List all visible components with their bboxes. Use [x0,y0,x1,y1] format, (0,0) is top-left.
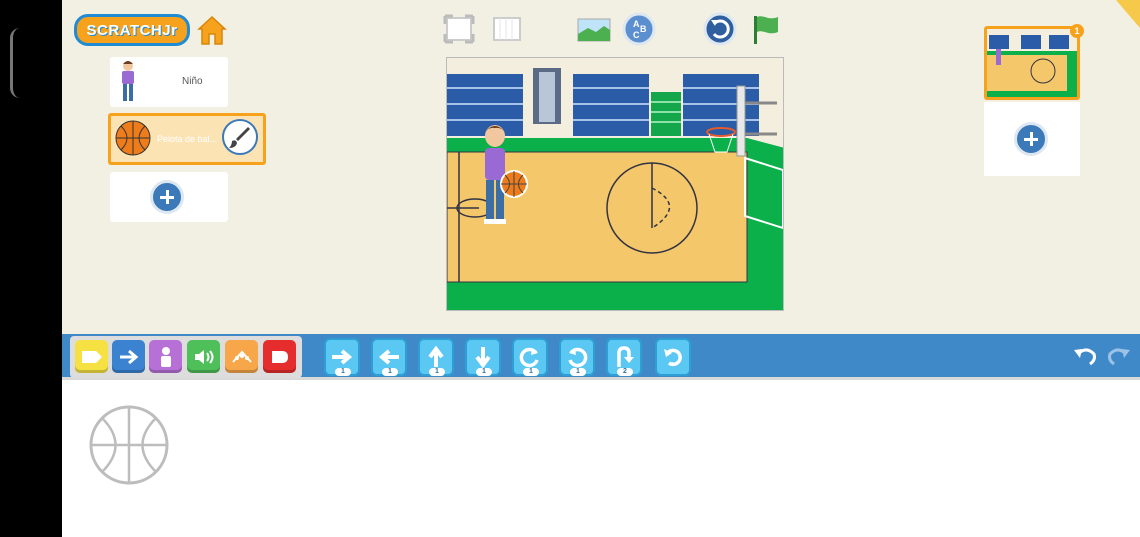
hop-block[interactable]: 2 [606,338,642,376]
undo-icon [1074,348,1096,366]
scratchjr-logo: SCRATCHJr [74,14,190,46]
category-motion[interactable] [112,340,145,373]
logo-text: SCRATCHJr [86,21,178,39]
text-icon: A B C [622,12,656,46]
page-thumbnail-selected[interactable] [984,26,1080,100]
bezel-edge [10,28,20,98]
basketball-watermark-icon [89,405,169,485]
block-value[interactable]: 1 [382,368,398,376]
background-icon [577,18,611,42]
svg-text:B: B [640,24,647,34]
sprite-card-basketball-selected[interactable]: Pelota de bal... [108,113,266,165]
block-value[interactable]: 1 [429,368,445,376]
add-text-button[interactable]: A B C [622,12,656,46]
control-icon [231,350,252,363]
category-looks[interactable] [149,340,182,373]
turn-right-icon [519,347,539,368]
redo-button[interactable] [1104,342,1132,370]
scripts-area[interactable] [62,383,1140,537]
category-end[interactable] [263,340,296,373]
svg-text:A: A [633,19,640,29]
move-down-block[interactable]: 1 [465,338,501,376]
arrow-right-icon [332,349,353,365]
add-sprite-button[interactable] [150,180,184,214]
block-value[interactable]: 2 [617,368,633,376]
sprite-card-nino[interactable]: Niño [110,57,228,107]
block-value[interactable]: 1 [570,368,586,376]
grid-button[interactable] [491,12,523,46]
move-up-block[interactable]: 1 [418,338,454,376]
fullscreen-icon [443,14,475,44]
fullscreen-button[interactable] [443,12,475,46]
block-value[interactable]: 1 [335,368,351,376]
block-value[interactable]: 1 [523,368,539,376]
move-right-block[interactable]: 1 [324,338,360,376]
device-bezel [0,0,62,537]
paintbrush-icon [229,127,250,148]
redo-icon [1108,348,1130,366]
svg-text:x: x [670,361,674,368]
category-triggering[interactable] [75,340,108,373]
basketball-character[interactable] [499,169,529,199]
grid-icon [493,17,521,41]
reset-characters-button[interactable] [703,12,737,46]
page-number-badge: 1 [1070,24,1084,38]
change-background-button[interactable] [576,12,612,46]
trigger-icon [81,350,102,363]
paint-editor-button[interactable] [222,119,258,155]
scratchjr-editor: SCRATCHJr A B C Niño Pelota de bal... 1 … [0,0,1140,537]
green-flag-icon [754,16,778,44]
add-page-button[interactable] [1014,122,1048,156]
turn-left-block[interactable]: 1 [559,338,595,376]
green-flag-button[interactable] [750,12,782,46]
arrow-up-icon [428,345,444,367]
undo-button[interactable] [1072,342,1100,370]
go-home-icon: x [664,348,682,368]
move-left-block[interactable]: 1 [371,338,407,376]
speaker-icon [194,349,213,364]
add-sprite-card[interactable] [110,172,228,222]
turn-left-icon [568,347,588,368]
home-button[interactable] [196,14,228,46]
arrow-right-icon [119,349,138,364]
svg-text:C: C [633,30,640,40]
arrow-down-icon [475,347,491,369]
hop-icon [617,346,634,367]
page-thumbnail-image [987,29,1077,97]
sprite-name: Niño [182,76,203,87]
home-icon [197,15,227,45]
category-control[interactable] [225,340,258,373]
sprite-name: Pelota de bal... [157,134,218,144]
stage[interactable] [446,57,784,311]
arrow-left-icon [378,349,399,365]
category-sound[interactable] [187,340,220,373]
block-value[interactable]: 1 [476,368,492,376]
add-page-card[interactable] [984,102,1080,176]
person-icon [160,346,171,367]
turn-right-block[interactable]: 1 [512,338,548,376]
boy-sprite-thumbnail [122,61,134,101]
basketball-sprite-thumbnail [115,120,151,156]
go-home-block[interactable]: x [655,338,691,376]
end-icon [271,350,288,363]
reset-icon [703,12,737,46]
